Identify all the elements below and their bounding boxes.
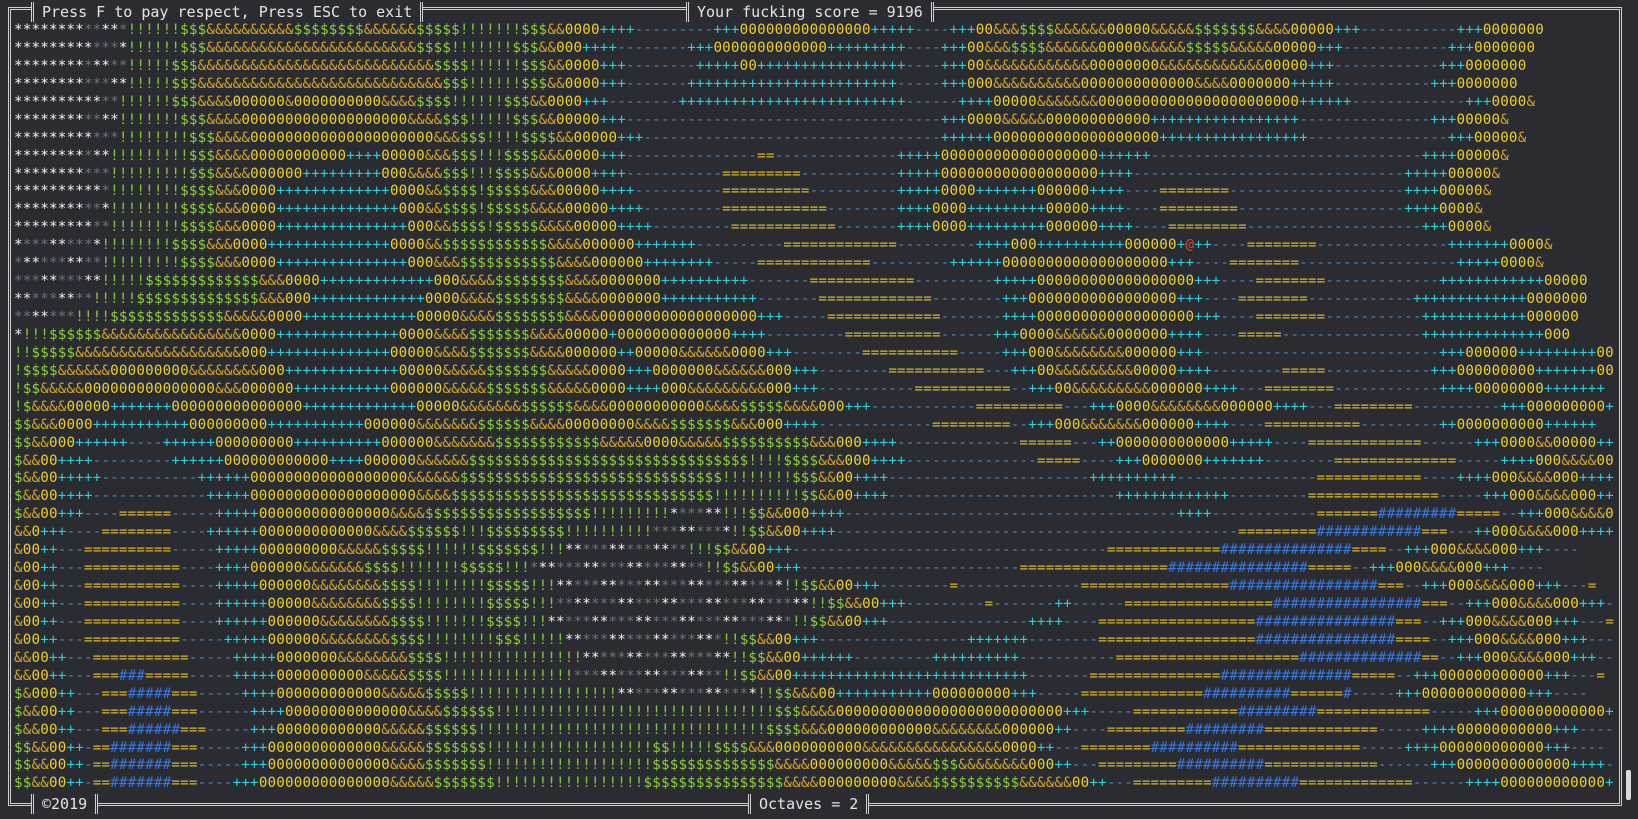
terrain-row: &00++---===========----++++000000&&&&&&&… [14, 560, 1544, 577]
terrain-row: $&&00++---===######===-----+++0000000000… [14, 721, 1614, 738]
terrain-row: &&00++---===========-----+++++0000000&&&… [14, 649, 1614, 666]
terrain-row: !$$&&&&&000000000000000&&&000000++++++++… [14, 380, 1606, 397]
terrain-row: *************!!!!!!$$$&&&&&&&&&&&&&&&&&&… [14, 39, 1536, 56]
terrain-row: &&00++---===###=====-----+++++0000000000… [14, 667, 1606, 684]
terrain-row: $&&00++++-------------+++++0000000000000… [14, 488, 1614, 505]
score-display: Your fucking score = 9196 [686, 2, 934, 22]
terrain-row: $$&&00++-==#######===-----+++00000000000… [14, 739, 1606, 756]
terrain-row: **********!!!!!$$$$$$$$$$$$$&&&0000+++++… [14, 273, 1588, 290]
terrain-row: ************!!!!!!!!$$$&&&&0000000000000… [14, 129, 1527, 146]
terrain-row: $$&&000++++++----++++++000000000++++++++… [14, 434, 1614, 451]
octaves-display: Octaves = 2 [748, 794, 870, 814]
ascii-terrain-field: *************!!!!!!$$$&&&&&&&&&&$$$$$$$$… [14, 22, 1614, 794]
terrain-row: ***********!!!!!!!!!$$$&&&&00000000000++… [14, 147, 1509, 164]
terrain-row: !!$$$$$&&&&&&&&&&&&&&&&&&&000+++++++++++… [14, 344, 1614, 361]
help-text: Press F to pay respect, Press ESC to exi… [31, 2, 424, 22]
terrain-row: ************!!!!!!!$$$&&&&00000000000000… [14, 111, 1509, 128]
header-bar: Press F to pay respect, Press ESC to exi… [0, 2, 1638, 22]
terrain-row: &00++---===========----++++++000000&&&&&… [14, 613, 1614, 630]
terrain-row: &&0+++----========----++++++000000000000… [14, 524, 1614, 541]
terrain-row: &00++---==========-----+++++000000000&&&… [14, 542, 1579, 559]
terrain-row: ***********!!!!!!!!!$$$&&&&000000+++++++… [14, 165, 1501, 182]
terrain-row: ***********!!!!!!!!$$$$&&&0000++++++++++… [14, 201, 1483, 218]
terrain-row: *************!!!!!!$$$&&&&&&&&&&$$$$$$$$… [14, 22, 1545, 38]
terrain-row: ***********!!!!!!!!$$$$&&&0000++++++++++… [14, 183, 1492, 200]
terrain-row: &00++---===========----+++++000000&&&&&&… [14, 578, 1597, 595]
terrain-row: $&&00++++---------++++++000000000000++++… [14, 452, 1614, 469]
terrain-row: ***********!!!!!!!!$$$$&&&0000++++++++++… [14, 219, 1492, 236]
footer-bar: ©2019 Octaves = 2 [0, 794, 1638, 814]
terrain-row: $$&&&0000+++++++++++000000000+++++++++++… [14, 416, 1597, 433]
terrain-row: $$&&00++-==#######===----+++000000000000… [14, 775, 1614, 792]
terrain-row: **********!!!!!!!!$$$$&&&0000+++++++++++… [14, 237, 1553, 254]
terrain-row: $&&00+++++-----------++++++0000000000000… [14, 470, 1614, 487]
terrain-row: &00++---===========-----+++++000000&&&&&… [14, 631, 1614, 648]
scrollbar-thumb[interactable] [1626, 770, 1631, 800]
copyright-text: ©2019 [31, 794, 99, 814]
terrain-row: *******!!!!$$$$$$$$$$$$$&&&&&0000+++++++… [14, 309, 1579, 325]
terrain-row: **********!!!!!!!!!$$$$&&&0000++++++++++… [14, 255, 1544, 272]
terrain-row: ************!!!!!!$$$&&&&000000&00000000… [14, 93, 1536, 110]
terrain-row: $&&00+++----======-----+++++000000000000… [14, 506, 1614, 523]
terrain-row: !$$$$&&&&&&000000000&&&&&&&&000+++++++++… [14, 362, 1614, 379]
terrain-row: *************!!!!!$$$&&&&&&&&&&&&&&&&&&&… [14, 57, 1527, 74]
terrain-row: *!!!$$$$$$&&&&&&&&&&&&&&&&0000++++++++++… [14, 326, 1571, 343]
terrain-row: &00++---===========----++++++00000&&&&&&… [14, 596, 1614, 612]
terrain-row: *************!!!!!$$$&&&&&&&&&&&&&&&&&&&… [14, 75, 1518, 92]
terrain-row: !$&&&&00000+++++++000000000000000+++++++… [14, 398, 1614, 415]
terrain-row: *********!!!!!$$$$$$$$$$$$$$&&&000++++++… [14, 291, 1588, 308]
terrain-row: $$&&00++-==#######===-----+++00000000000… [14, 757, 1614, 774]
terrain-row: $&&00++---===#####===------++++000000000… [14, 703, 1614, 720]
terrain-row: $&000++---===#####===-----++++0000000000… [14, 685, 1588, 702]
